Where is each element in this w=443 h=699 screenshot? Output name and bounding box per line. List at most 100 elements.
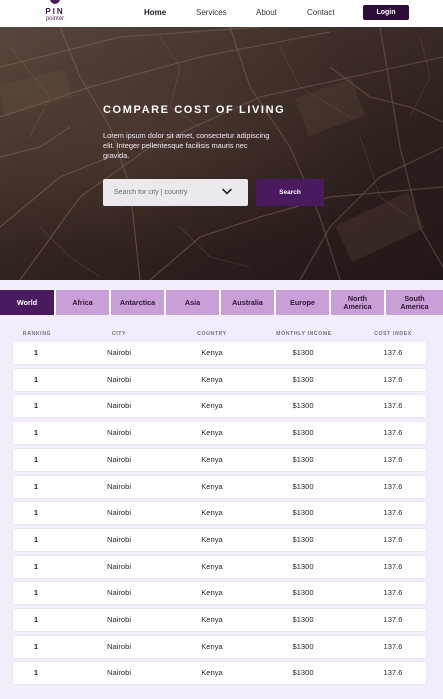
cell-cost-index: 137.6 — [383, 428, 403, 437]
login-button[interactable]: Login — [363, 5, 409, 20]
tab-asia[interactable]: Asia — [166, 290, 219, 315]
cell-cost-index: 137.6 — [383, 668, 403, 677]
table-row[interactable]: 1 Nairobi Kenya $1300 137.6 — [13, 636, 426, 658]
table-row[interactable]: 1 Nairobi Kenya $1300 137.6 — [13, 529, 426, 551]
nav-services[interactable]: Services — [196, 8, 227, 17]
region-tabs: World Africa Antarctica Asia Australia E… — [0, 290, 443, 315]
cell-country: Kenya — [201, 668, 223, 677]
tab-north-america[interactable]: North America — [331, 290, 384, 315]
cell-monthly-income: $1300 — [292, 668, 314, 677]
table-row[interactable]: 1 Nairobi Kenya $1300 137.6 — [13, 422, 426, 444]
cell-cost-index: 137.6 — [383, 615, 403, 624]
logo-title: PIN — [45, 7, 65, 16]
cell-cost-index: 137.6 — [383, 375, 403, 384]
cell-ranking: 1 — [33, 482, 39, 491]
cell-ranking: 1 — [33, 508, 39, 517]
tab-south-america[interactable]: South America — [386, 290, 443, 315]
cell-country: Kenya — [201, 588, 223, 597]
cell-city: Nairobi — [106, 642, 132, 651]
table-row[interactable]: 1 Nairobi Kenya $1300 137.6 — [13, 582, 426, 604]
search-input[interactable] — [103, 179, 218, 206]
table-row[interactable]: 1 Nairobi Kenya $1300 137.6 — [13, 609, 426, 631]
table-row[interactable]: 1 Nairobi Kenya $1300 137.6 — [13, 662, 426, 684]
column-header-cost-index: COST INDEX — [374, 331, 412, 337]
cell-monthly-income: $1300 — [292, 535, 314, 544]
tab-africa[interactable]: Africa — [56, 290, 109, 315]
cell-ranking: 1 — [33, 428, 39, 437]
table-row[interactable]: 1 Nairobi Kenya $1300 137.6 — [13, 449, 426, 471]
cell-monthly-income: $1300 — [292, 642, 314, 651]
search-box — [103, 179, 248, 206]
cell-ranking: 1 — [33, 375, 39, 384]
cell-monthly-income: $1300 — [292, 428, 314, 437]
tab-world[interactable]: World — [0, 290, 54, 315]
cell-country: Kenya — [201, 348, 223, 357]
table-row[interactable]: 1 Nairobi Kenya $1300 137.6 — [13, 369, 426, 391]
hero-description: Lorem ipsum dolor sit amet, consectetur … — [103, 131, 270, 160]
tab-antarctica[interactable]: Antarctica — [111, 290, 164, 315]
cell-country: Kenya — [201, 401, 223, 410]
cell-cost-index: 137.6 — [383, 562, 403, 571]
cell-ranking: 1 — [33, 401, 39, 410]
column-header-monthly-income: MONTHLY INCOME — [276, 331, 332, 337]
cell-city: Nairobi — [106, 482, 132, 491]
cell-monthly-income: $1300 — [292, 588, 314, 597]
cell-cost-index: 137.6 — [383, 535, 403, 544]
cell-cost-index: 137.6 — [383, 588, 403, 597]
tab-europe[interactable]: Europe — [276, 290, 329, 315]
cell-ranking: 1 — [33, 562, 39, 571]
cell-monthly-income: $1300 — [292, 375, 314, 384]
chevron-down-icon[interactable] — [220, 186, 234, 198]
cell-monthly-income: $1300 — [292, 615, 314, 624]
map-pin-icon — [50, 0, 60, 4]
hero-title: COMPARE COST OF LIVING — [103, 104, 286, 116]
nav-contact[interactable]: Contact — [307, 8, 335, 17]
cell-ranking: 1 — [33, 668, 39, 677]
column-header-city: CITY — [111, 331, 127, 337]
cell-cost-index: 137.6 — [383, 482, 403, 491]
cell-cost-index: 137.6 — [383, 642, 403, 651]
table-row[interactable]: 1 Nairobi Kenya $1300 137.6 — [13, 502, 426, 524]
tab-australia[interactable]: Australia — [221, 290, 274, 315]
cell-city: Nairobi — [106, 428, 132, 437]
cell-monthly-income: $1300 — [292, 401, 314, 410]
cell-country: Kenya — [201, 508, 223, 517]
hero-banner: COMPARE COST OF LIVING Lorem ipsum dolor… — [0, 27, 443, 280]
cell-monthly-income: $1300 — [292, 455, 314, 464]
cell-country: Kenya — [201, 455, 223, 464]
nav-about[interactable]: About — [256, 8, 277, 17]
cell-city: Nairobi — [106, 562, 132, 571]
cell-city: Nairobi — [106, 615, 132, 624]
cell-ranking: 1 — [33, 348, 39, 357]
cell-country: Kenya — [201, 562, 223, 571]
cell-country: Kenya — [201, 428, 223, 437]
cell-city: Nairobi — [106, 668, 132, 677]
table-row[interactable]: 1 Nairobi Kenya $1300 137.6 — [13, 342, 426, 364]
cell-cost-index: 137.6 — [383, 455, 403, 464]
cell-city: Nairobi — [106, 535, 132, 544]
cell-ranking: 1 — [33, 588, 39, 597]
cell-city: Nairobi — [106, 455, 132, 464]
column-header-country: COUNTRY — [197, 331, 227, 337]
cell-city: Nairobi — [106, 508, 132, 517]
search-button[interactable]: Search — [256, 179, 324, 206]
cell-cost-index: 137.6 — [383, 401, 403, 410]
cell-country: Kenya — [201, 535, 223, 544]
cell-monthly-income: $1300 — [292, 482, 314, 491]
cell-city: Nairobi — [106, 348, 132, 357]
cell-country: Kenya — [201, 615, 223, 624]
nav-home[interactable]: Home — [144, 8, 166, 17]
cell-cost-index: 137.6 — [383, 508, 403, 517]
cell-country: Kenya — [201, 482, 223, 491]
logo[interactable]: PIN pointer — [40, 0, 72, 27]
column-header-ranking: RANKING — [22, 331, 52, 337]
cell-city: Nairobi — [106, 375, 132, 384]
cell-monthly-income: $1300 — [292, 562, 314, 571]
table-row[interactable]: 1 Nairobi Kenya $1300 137.6 — [13, 476, 426, 498]
cell-ranking: 1 — [33, 642, 39, 651]
table-row[interactable]: 1 Nairobi Kenya $1300 137.6 — [13, 395, 426, 417]
cell-monthly-income: $1300 — [292, 508, 314, 517]
table-row[interactable]: 1 Nairobi Kenya $1300 137.6 — [13, 556, 426, 578]
cell-ranking: 1 — [33, 455, 39, 464]
cell-ranking: 1 — [33, 615, 39, 624]
